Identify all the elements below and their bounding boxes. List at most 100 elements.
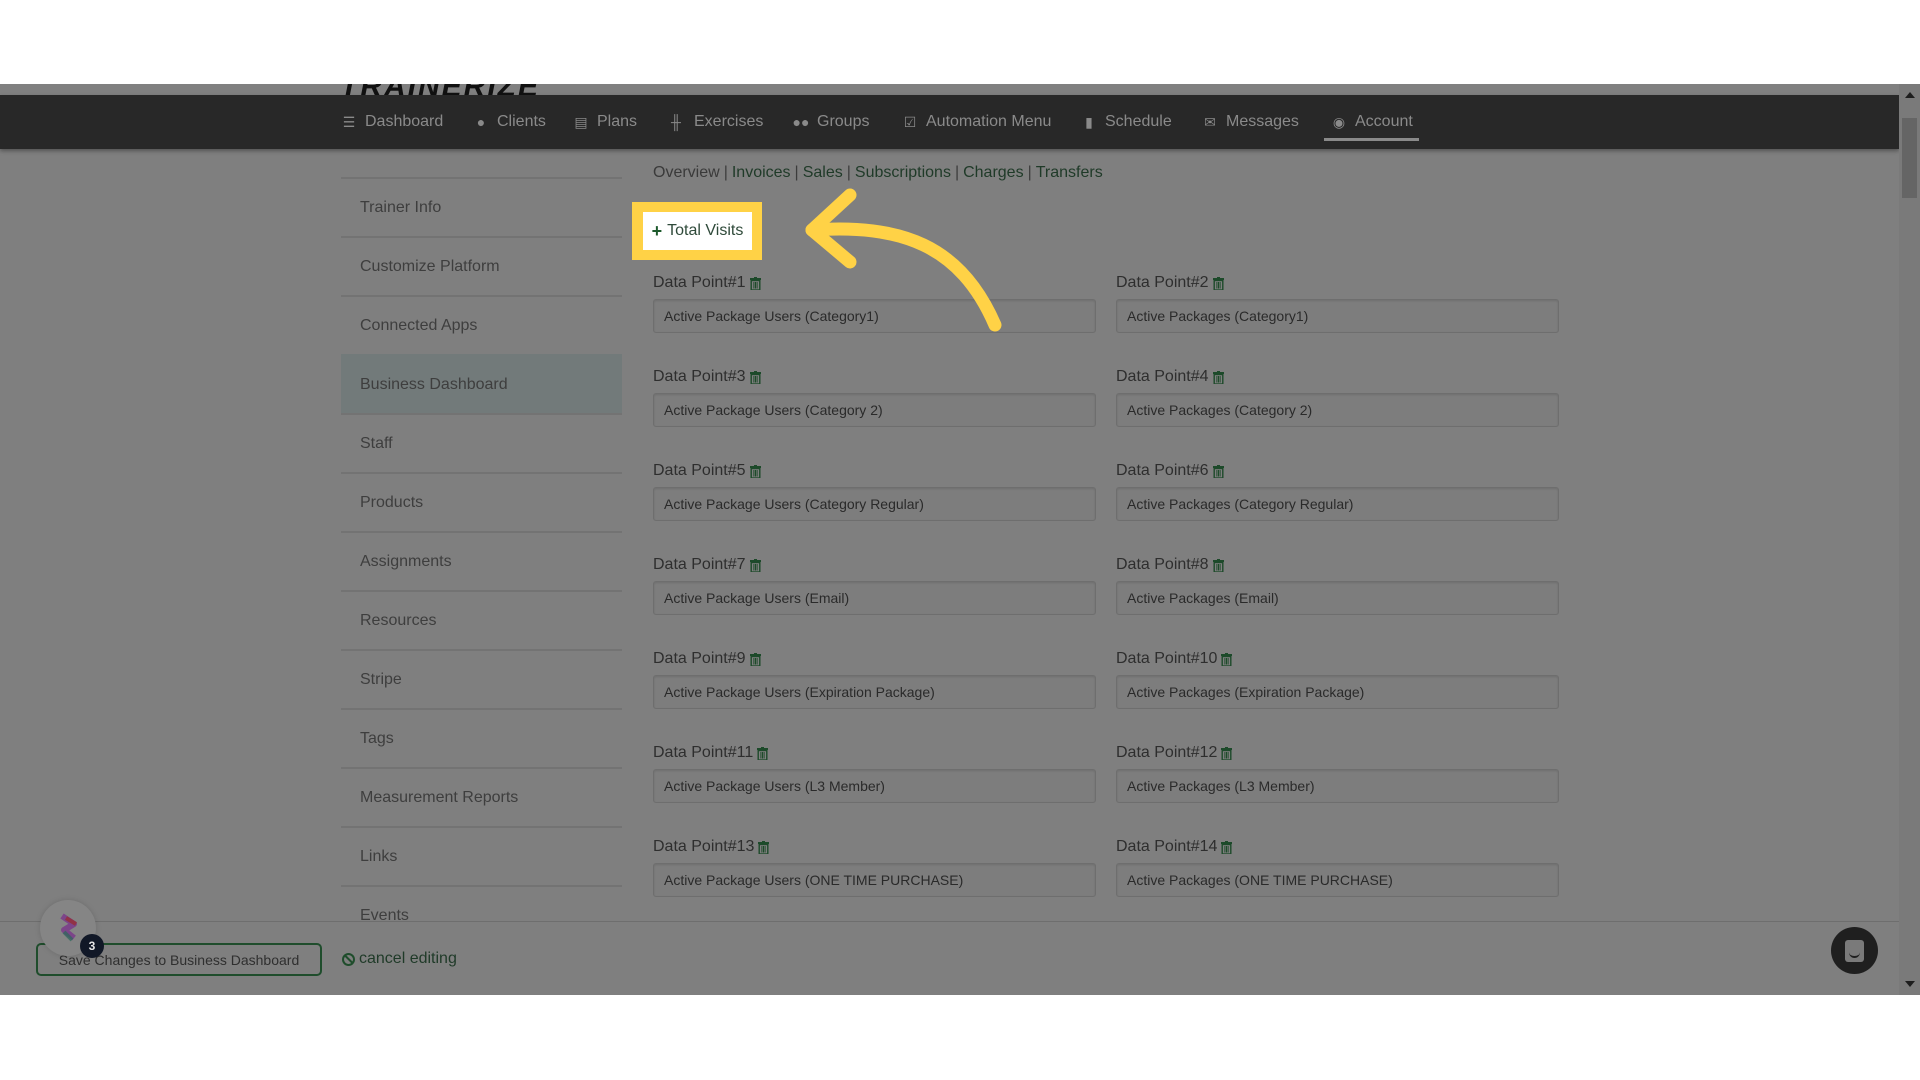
trash-icon[interactable]: [749, 276, 761, 290]
clipboard-icon: ▤: [574, 113, 588, 130]
sidebar-item-trainer-info[interactable]: Trainer Info: [341, 177, 622, 236]
sidebar-item-staff[interactable]: Staff: [341, 413, 622, 472]
trash-icon[interactable]: [749, 652, 761, 666]
data-point-input[interactable]: [662, 777, 1095, 795]
data-point-field-wrapper: [1116, 393, 1559, 427]
data-point-input[interactable]: [1125, 495, 1558, 513]
subnav-subscriptions[interactable]: Subscriptions: [855, 164, 951, 181]
data-point-input[interactable]: [662, 871, 1095, 889]
trash-icon[interactable]: [1221, 746, 1233, 760]
notification-badge: 3: [80, 934, 104, 958]
data-point-9: Data Point#9: [653, 649, 1096, 709]
trash-icon[interactable]: [749, 464, 761, 478]
data-point-input[interactable]: [662, 589, 1095, 607]
data-point-title: Data Point#2: [1116, 274, 1209, 291]
data-point-field-wrapper: [653, 769, 1096, 803]
trash-icon[interactable]: [1221, 840, 1233, 854]
billing-subnav: Overview | Invoices | Sales | Subscriptions | Ch…: [653, 164, 1103, 182]
trash-icon[interactable]: [1212, 558, 1224, 572]
data-point-input[interactable]: [662, 307, 1095, 325]
data-point-field-wrapper: [1116, 299, 1559, 333]
trash-icon[interactable]: [749, 370, 761, 384]
data-point-input[interactable]: [1125, 871, 1558, 889]
data-point-field-wrapper: [1116, 863, 1559, 897]
data-point-input[interactable]: [1125, 307, 1558, 325]
trash-icon[interactable]: [1212, 276, 1224, 290]
trash-icon[interactable]: [1212, 370, 1224, 384]
divider: |: [846, 164, 851, 181]
data-point-label: Data Point#8: [1116, 555, 1559, 575]
cancel-editing-link[interactable]: cancel editing: [342, 950, 457, 968]
data-point-label: Data Point#4: [1116, 367, 1559, 387]
nav-item-messages[interactable]: ✉ Messages: [1201, 95, 1299, 149]
subnav-sales[interactable]: Sales: [803, 164, 843, 181]
subnav-overview[interactable]: Overview: [653, 164, 720, 181]
subnav-charges[interactable]: Charges: [963, 164, 1023, 181]
data-point-title: Data Point#6: [1116, 462, 1209, 479]
divider: |: [794, 164, 799, 181]
data-point-14: Data Point#14: [1116, 837, 1559, 897]
nav-item-groups[interactable]: ●● Groups: [792, 95, 870, 149]
users-icon: ●●: [792, 114, 810, 130]
add-total-visits-button[interactable]: + Total Visits: [643, 212, 752, 250]
data-point-8: Data Point#8: [1116, 555, 1559, 615]
book-icon: ▮: [1085, 113, 1093, 130]
data-point-input[interactable]: [662, 683, 1095, 701]
data-point-field-wrapper: [1116, 581, 1559, 615]
chat-launcher-button[interactable]: [1831, 927, 1878, 974]
data-point-input[interactable]: [1125, 777, 1558, 795]
header-strip: TRAINERIZE: [0, 84, 1899, 103]
data-point-input[interactable]: [662, 401, 1095, 419]
data-point-input[interactable]: [1125, 401, 1558, 419]
nav-item-exercises[interactable]: ╫ Exercises: [665, 95, 763, 149]
trash-icon[interactable]: [757, 746, 769, 760]
sidebar-item-tags[interactable]: Tags: [341, 708, 622, 767]
sidebar-item-measurement-reports[interactable]: Measurement Reports: [341, 767, 622, 826]
data-point-7: Data Point#7: [653, 555, 1096, 615]
scroll-down-icon[interactable]: [1905, 981, 1915, 987]
nav-item-automation-menu[interactable]: ☑ Automation Menu: [901, 95, 1052, 149]
nav-item-dashboard[interactable]: ☰ Dashboard: [340, 95, 444, 149]
sidebar-item-stripe[interactable]: Stripe: [341, 649, 622, 708]
list-icon: ☰: [342, 113, 356, 130]
trash-icon[interactable]: [1212, 464, 1224, 478]
subnav-invoices[interactable]: Invoices: [732, 164, 791, 181]
data-point-field-wrapper: [653, 393, 1096, 427]
data-point-label: Data Point#3: [653, 367, 1096, 387]
data-point-title: Data Point#4: [1116, 368, 1209, 385]
sidebar-item-connected-apps[interactable]: Connected Apps: [341, 295, 622, 354]
data-point-field-wrapper: [1116, 769, 1559, 803]
button-label: Total Visits: [667, 222, 744, 239]
sidebar-item-assignments[interactable]: Assignments: [341, 531, 622, 590]
trash-icon[interactable]: [749, 558, 761, 572]
nav-label: Exercises: [694, 113, 764, 130]
page-scrollbar[interactable]: [1899, 84, 1920, 995]
sidebar-item-products[interactable]: Products: [341, 472, 622, 531]
data-point-2: Data Point#2: [1116, 273, 1559, 333]
nav-label: Schedule: [1105, 113, 1172, 130]
scroll-up-icon[interactable]: [1905, 92, 1915, 98]
data-point-title: Data Point#3: [653, 368, 746, 385]
nav-label: Plans: [597, 113, 638, 130]
nav-item-clients[interactable]: ● Clients: [472, 95, 546, 149]
nav-item-plans[interactable]: ▤ Plans: [572, 95, 637, 149]
data-point-input[interactable]: [662, 495, 1095, 513]
nav-item-schedule[interactable]: ▮ Schedule: [1080, 95, 1172, 149]
trash-icon[interactable]: [758, 840, 770, 854]
sidebar-item-business-dashboard[interactable]: Business Dashboard: [341, 354, 622, 413]
data-point-input[interactable]: [1125, 683, 1558, 701]
scroll-thumb[interactable]: [1902, 118, 1917, 198]
subnav-transfers[interactable]: Transfers: [1036, 164, 1103, 181]
sidebar-item-customize-platform[interactable]: Customize Platform: [341, 236, 622, 295]
nav-label: Automation Menu: [926, 113, 1052, 130]
sidebar-item-links[interactable]: Links: [341, 826, 622, 885]
chat-icon: [1845, 939, 1864, 962]
data-point-input[interactable]: [1125, 589, 1558, 607]
main-nav: ☰ Dashboard ● Clients ▤ Plans ╫ Exercise…: [0, 95, 1899, 149]
plus-icon: +: [651, 220, 663, 241]
data-point-field-wrapper: [653, 299, 1096, 333]
data-point-title: Data Point#8: [1116, 556, 1209, 573]
trash-icon[interactable]: [1221, 652, 1233, 666]
sidebar-item-resources[interactable]: Resources: [341, 590, 622, 649]
nav-item-account[interactable]: ◉ Account: [1324, 95, 1419, 149]
